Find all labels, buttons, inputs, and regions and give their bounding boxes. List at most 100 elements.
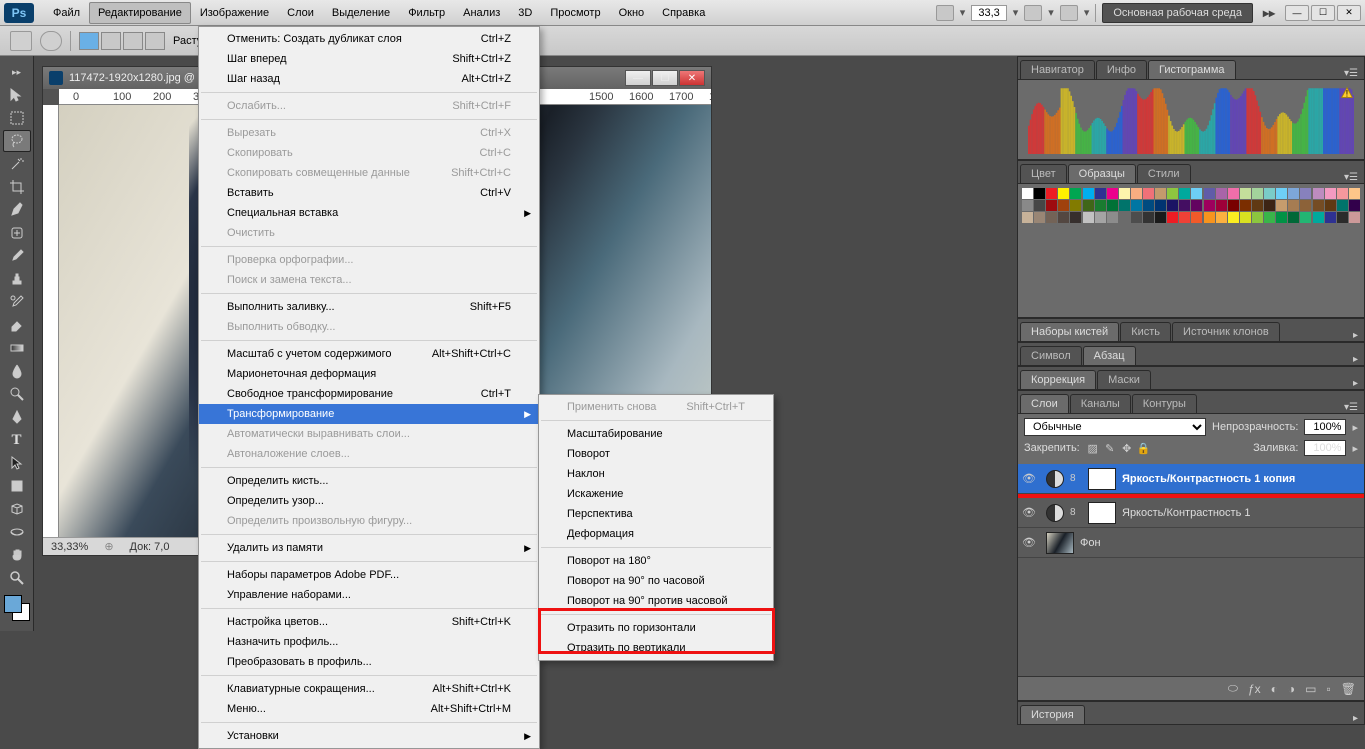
link-layers-icon[interactable]: ⬭ [1228, 681, 1238, 696]
menu-item[interactable]: Меню...Alt+Shift+Ctrl+M [199, 699, 539, 719]
3d-tool[interactable] [3, 498, 31, 520]
menu-анализ[interactable]: Анализ [454, 2, 509, 24]
path-selection-tool[interactable] [3, 452, 31, 474]
swatch[interactable] [1070, 212, 1081, 223]
delete-layer-icon[interactable]: 🗑 [1341, 682, 1356, 696]
lock-transparent-icon[interactable]: ▨ [1086, 441, 1100, 455]
swatch[interactable] [1058, 212, 1069, 223]
swatch[interactable] [1276, 200, 1287, 211]
arrange-icon[interactable] [1024, 5, 1042, 21]
swatch[interactable] [1313, 212, 1324, 223]
tab-histogram[interactable]: Гистограмма [1148, 60, 1236, 79]
fill-value[interactable]: 100% [1304, 440, 1346, 456]
lock-image-icon[interactable]: ✎ [1103, 441, 1117, 455]
magic-wand-tool[interactable] [3, 153, 31, 175]
visibility-icon[interactable]: 👁 [1022, 506, 1040, 519]
swatch[interactable] [1022, 188, 1033, 199]
selection-mode-buttons[interactable] [79, 32, 165, 50]
swatch[interactable] [1095, 212, 1106, 223]
menu-редактирование[interactable]: Редактирование [89, 2, 191, 24]
status-zoom[interactable]: 33,33% [51, 541, 88, 553]
panel-menu-icon[interactable]: ▸ [1347, 330, 1364, 341]
layer-group-icon[interactable]: ▭ [1305, 682, 1316, 696]
tab-brush-presets[interactable]: Наборы кистей [1020, 322, 1119, 341]
swatch[interactable] [1313, 188, 1324, 199]
doc-maximize-button[interactable]: ☐ [652, 70, 678, 86]
panel-menu-icon[interactable]: ▾☰ [1338, 172, 1364, 183]
panel-menu-icon[interactable]: ▸ [1347, 378, 1364, 389]
swatch[interactable] [1095, 188, 1106, 199]
swatch[interactable] [1264, 188, 1275, 199]
swatch[interactable] [1167, 188, 1178, 199]
swatch[interactable] [1083, 188, 1094, 199]
swatch[interactable] [1107, 212, 1118, 223]
tab-navigator[interactable]: Навигатор [1020, 60, 1095, 79]
swatch[interactable] [1058, 188, 1069, 199]
swatch[interactable] [1070, 188, 1081, 199]
menu-item[interactable]: Настройка цветов...Shift+Ctrl+K [199, 612, 539, 632]
swatch[interactable] [1204, 188, 1215, 199]
swatch[interactable] [1022, 212, 1033, 223]
layer-thumb[interactable] [1046, 532, 1074, 554]
swatch[interactable] [1240, 200, 1251, 211]
color-picker[interactable] [4, 595, 30, 621]
eraser-tool[interactable] [3, 314, 31, 336]
swatch[interactable] [1191, 188, 1202, 199]
menu-item[interactable]: Трансформирование▶ [199, 404, 539, 424]
swatch[interactable] [1119, 200, 1130, 211]
gradient-tool[interactable] [3, 337, 31, 359]
menu-item[interactable]: Масштаб с учетом содержимогоAlt+Shift+Ct… [199, 344, 539, 364]
menu-item[interactable]: Выполнить заливку...Shift+F5 [199, 297, 539, 317]
swatch[interactable] [1204, 200, 1215, 211]
menu-item[interactable]: Назначить профиль... [199, 632, 539, 652]
tab-paths[interactable]: Контуры [1132, 394, 1197, 413]
blend-mode-select[interactable]: Обычные [1024, 418, 1206, 436]
swatch[interactable] [1155, 212, 1166, 223]
submenu-item[interactable]: Поворот на 90° против часовой [539, 591, 773, 611]
history-brush-tool[interactable] [3, 291, 31, 313]
swatch[interactable] [1167, 212, 1178, 223]
menu-справка[interactable]: Справка [653, 2, 714, 24]
swatch[interactable] [1264, 212, 1275, 223]
swatch[interactable] [1046, 212, 1057, 223]
crop-tool[interactable] [3, 176, 31, 198]
swatch[interactable] [1300, 188, 1311, 199]
swatch[interactable] [1179, 188, 1190, 199]
swatch[interactable] [1191, 212, 1202, 223]
clone-stamp-tool[interactable] [3, 268, 31, 290]
close-button[interactable]: ✕ [1337, 5, 1361, 21]
swatch[interactable] [1252, 200, 1263, 211]
swatch[interactable] [1095, 200, 1106, 211]
swatch[interactable] [1252, 188, 1263, 199]
screen-mode-icon[interactable] [936, 5, 954, 21]
layer-row[interactable]: 👁8Яркость/Контрастность 1 [1018, 498, 1364, 528]
swatch[interactable] [1349, 212, 1360, 223]
submenu-item[interactable]: Масштабирование [539, 424, 773, 444]
menu-3d[interactable]: 3D [509, 2, 541, 24]
tab-character[interactable]: Символ [1020, 346, 1082, 365]
tool-preset-icon[interactable] [10, 31, 32, 51]
swatch[interactable] [1240, 188, 1251, 199]
doc-close-button[interactable]: ✕ [679, 70, 705, 86]
zoom-tool[interactable] [3, 567, 31, 589]
menu-item[interactable]: Управление наборами... [199, 585, 539, 605]
cache-warning-icon[interactable]: ! [1340, 86, 1354, 100]
mask-thumb[interactable] [1088, 468, 1116, 490]
swatch[interactable] [1288, 188, 1299, 199]
swatch[interactable] [1349, 200, 1360, 211]
healing-brush-tool[interactable] [3, 222, 31, 244]
maximize-button[interactable]: ☐ [1311, 5, 1335, 21]
menu-окно[interactable]: Окно [610, 2, 654, 24]
blur-tool[interactable] [3, 360, 31, 382]
swatch[interactable] [1216, 212, 1227, 223]
swatch[interactable] [1155, 200, 1166, 211]
tab-adjustments[interactable]: Коррекция [1020, 370, 1096, 389]
menu-item[interactable]: Шаг впередShift+Ctrl+Z [199, 49, 539, 69]
lock-all-icon[interactable]: 🔒 [1137, 441, 1151, 455]
dodge-tool[interactable] [3, 383, 31, 405]
submenu-item[interactable]: Поворот на 180° [539, 551, 773, 571]
menu-item[interactable]: Наборы параметров Adobe PDF... [199, 565, 539, 585]
swatch[interactable] [1337, 212, 1348, 223]
swatch[interactable] [1034, 200, 1045, 211]
swatch[interactable] [1325, 188, 1336, 199]
